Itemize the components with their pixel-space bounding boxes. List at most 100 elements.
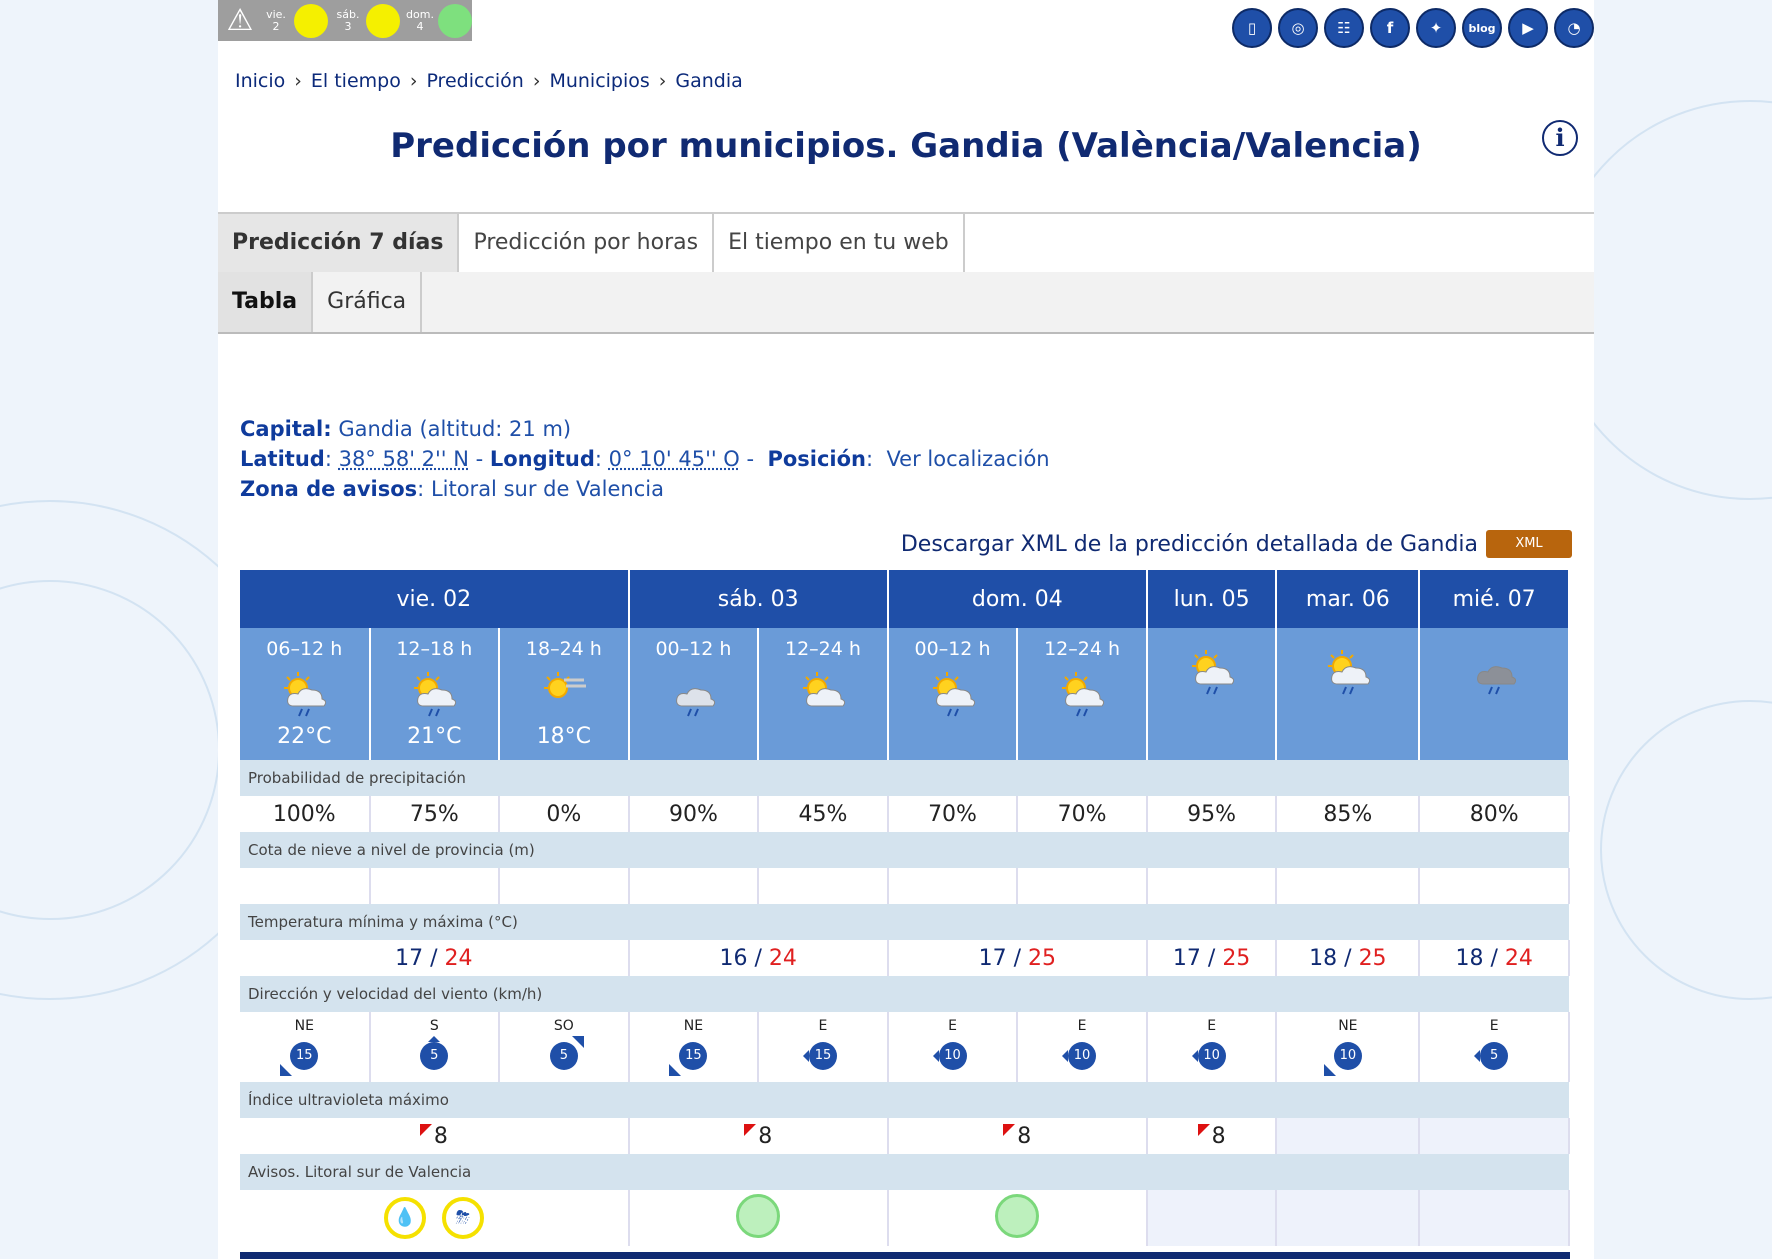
temp-separator: / [423,945,445,971]
precip-cell: 70% [1017,796,1148,832]
period-temp: 18°C [536,724,592,749]
wind-direction: E [1207,1018,1217,1034]
wind-cell: E 10 [1146,1012,1278,1082]
location-meta: Capital: Gandia (altitud: 21 m) Latitud:… [240,417,1050,501]
period-cell: 00–12 h [887,628,1019,760]
precip-row: 100% 75% 0% 90% 45% 70% 70% 95% 85% 80% [240,796,1570,832]
breadcrumb-municipios[interactable]: Municipios [549,70,649,92]
breadcrumb-gandia[interactable]: Gandia [675,70,742,92]
precip-cell: 0% [499,796,630,832]
wind-section-label: Dirección y velocidad del viento (km/h) [240,976,1569,1012]
snow-cell [1017,868,1148,904]
longitude-value: 0° 10' 45'' O [608,447,740,471]
social-links: ▯ ◎ ☷ f ✦ blog ▶ ◔ [1232,8,1594,48]
temperature-row: 17 / 24 16 / 24 17 / 25 17 / 25 18 / 25 18 / … [240,940,1570,976]
warning-level-dot [366,3,400,38]
avisos-section-label: Avisos. Litoral sur de Valencia [240,1154,1569,1190]
forecast-table: vie. 02 sáb. 03 dom. 04 lun. 05 mar. 06 … [240,570,1570,1246]
support-icon[interactable]: ◎ [1278,8,1318,48]
period-cell [1419,628,1570,760]
precip-cell: 95% [1146,796,1278,832]
blog-icon[interactable]: blog [1462,8,1502,48]
xml-download-text[interactable]: Descargar XML de la predicción detallada… [901,532,1478,557]
tab-tabla[interactable]: Tabla [218,272,314,332]
no-warning-icon[interactable] [736,1194,781,1238]
warning-triangle-icon: ⚠ [226,2,254,38]
temp-cell: 18 / 24 [1419,940,1570,976]
breadcrumb-el-tiempo[interactable]: El tiempo [311,70,401,92]
rss-icon[interactable]: ◔ [1554,8,1594,48]
period-temp: 22°C [277,724,332,749]
period-cell: 12–18 h 21°C [369,628,501,760]
position-label: Posición [767,447,866,471]
storm-warning-icon[interactable]: ⛈ [441,1197,484,1239]
temp-section-label: Temperatura mínima y máxima (°C) [240,904,1569,940]
breadcrumb-separator: › [409,70,418,92]
twitter-icon[interactable]: ✦ [1416,8,1456,48]
facebook-icon[interactable]: f [1370,8,1410,48]
temp-cell: 17 / 25 [887,940,1148,976]
aviso-cell [1419,1190,1570,1246]
tab-prediccion-7-dias[interactable]: Predicción 7 días [218,214,460,272]
tab-grafica[interactable]: Gráfica [313,272,423,332]
tab-prediccion-por-horas[interactable]: Predicción por horas [459,214,715,272]
uv-flag-icon [1197,1123,1210,1136]
section-row: Cota de nieve a nivel de provincia (m) [240,832,1569,868]
sun-cloud-icon [802,672,846,707]
youtube-icon[interactable]: ▶ [1508,8,1548,48]
day-header-row: vie. 02 sáb. 03 dom. 04 lun. 05 mar. 06 … [240,570,1570,628]
wind-arrow-icon: 10 [932,1042,967,1070]
latitude-label: Latitud [240,447,325,471]
sun-haze-icon [543,672,586,698]
info-icon[interactable]: i [1542,120,1578,156]
view-tabs: Tabla Gráfica [218,272,1594,334]
dark-cloud-rain-icon [1477,666,1517,695]
temp-max: 24 [768,945,797,971]
day-header: sáb. 03 [628,570,889,628]
warning-day[interactable]: sáb. 3 [332,3,400,38]
breadcrumb-separator: › [294,70,302,92]
precip-cell: 80% [1419,796,1570,832]
warning-day[interactable]: vie. 2 [260,3,328,38]
snow-cell [628,868,760,904]
breadcrumb-prediccion[interactable]: Predicción [426,70,523,92]
snow-row [240,868,1570,904]
wind-cell: E5 [1419,1012,1570,1082]
temp-separator: / [1006,945,1028,971]
sitemap-icon[interactable]: ☷ [1324,8,1364,48]
wind-arrow-icon: 15 [669,1042,708,1076]
bottom-bar [240,1252,1570,1259]
xml-button[interactable]: XML [1486,530,1572,558]
xml-download: Descargar XML de la predicción detallada… [901,530,1572,558]
period-cell: 12–24 h [758,628,889,760]
no-warning-icon[interactable] [995,1194,1040,1238]
snow-cell [240,868,371,904]
section-row: Índice ultravioleta máximo [240,1082,1569,1118]
temp-separator: / [1483,945,1505,971]
wind-direction: E [948,1018,957,1034]
breadcrumb-inicio[interactable]: Inicio [235,70,285,92]
wind-arrow-icon: 10 [1191,1042,1226,1070]
temp-separator: / [1200,945,1223,971]
period-label: 18–24 h [525,638,602,660]
warnings-strip[interactable]: ⚠ vie. 2 sáb. 3 dom. 4 [218,0,472,41]
uv-value: 8 [1211,1123,1226,1149]
uv-cell: 8 [240,1118,630,1154]
temp-max: 25 [1222,945,1251,971]
warning-day[interactable]: dom. 4 [404,3,472,38]
rain-warning-icon[interactable]: 💧 [383,1197,426,1239]
phone-icon[interactable]: ▯ [1232,8,1272,48]
period-label: 12–18 h [396,638,473,660]
snow-cell [1146,868,1278,904]
period-cell: 00–12 h [628,628,760,760]
snow-section-label: Cota de nieve a nivel de provincia (m) [240,832,1569,868]
warning-level-dot [438,3,472,38]
tab-el-tiempo-en-tu-web[interactable]: El tiempo en tu web [714,214,965,272]
page-title: Predicción por municipios. Gandia (Valèn… [390,126,1422,166]
section-row: Probabilidad de precipitación [240,760,1569,796]
wind-direction: E [1489,1018,1499,1034]
precip-cell: 85% [1276,796,1421,832]
period-label: 12–24 h [785,638,861,660]
warning-day-label: vie. 2 [266,7,286,33]
ver-localizacion-link[interactable]: Ver localización [886,447,1049,471]
